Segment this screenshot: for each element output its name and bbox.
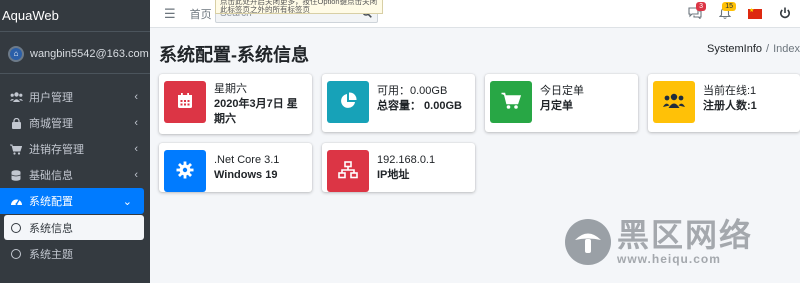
logout-button[interactable] [770, 7, 800, 22]
navbar-right: 3 15 [680, 0, 800, 28]
brand-link[interactable]: AquaWeb [0, 0, 150, 32]
watermark: 黑区网络 www.heiqu.com [565, 218, 753, 266]
user-panel[interactable]: ⌂ wangbin5542@163.com [0, 34, 150, 74]
cart-icon [9, 144, 23, 155]
users-icon [9, 92, 23, 102]
info-box-text: 当前在线:1 [703, 85, 757, 97]
page-title: 系统配置-系统信息 [159, 45, 309, 65]
sidebar-item-label: 进销存管理 [29, 144, 84, 156]
info-box-content: 192.168.0.1 IP地址 [377, 153, 435, 183]
sidebar-item-label: 系统配置 [29, 196, 73, 208]
language-button[interactable] [740, 7, 770, 19]
watermark-text: 黑区网络 www.heiqu.com [617, 218, 753, 266]
sidebar-item-basic-info[interactable]: 基础信息 ‹ [0, 162, 150, 188]
info-box-content: .Net Core 3.1 Windows 19 [214, 153, 279, 183]
circle-icon [11, 248, 21, 259]
sidebar-subitem-label: 系统信息 [29, 222, 73, 235]
pie-chart-icon [339, 91, 357, 113]
chevron-left-icon: ‹ [134, 117, 138, 129]
database-icon [9, 169, 23, 181]
sidebar-nav: 用户管理 ‹ 商城管理 ‹ 进销存管理 ‹ 基础信息 ‹ 系统配置 ⌄ 系统信息… [0, 84, 150, 266]
avatar: ⌂ [8, 45, 24, 62]
info-box-number: 总容量： 0.00GB [377, 100, 462, 112]
sidebar-item-inventory[interactable]: 进销存管理 ‹ [0, 136, 150, 162]
sidebar-item-label: 商城管理 [29, 118, 73, 130]
user-name: wangbin5542@163.com [30, 47, 149, 60]
info-box-number: 月定单 [540, 100, 573, 112]
mushroom-logo-icon [565, 219, 611, 265]
info-box-text: 星期六 [214, 83, 247, 95]
menu-toggle-icon[interactable]: ☰ [164, 6, 176, 22]
top-navbar: ☰ 首页 Search 点击此处开启关闭更多，按住Option键点击关闭此标签页… [150, 0, 800, 28]
info-box-content: 当前在线:1 注册人数:1 [703, 84, 757, 114]
sidebar-item-label: 基础信息 [29, 170, 73, 182]
power-icon [779, 7, 791, 22]
breadcrumb-item[interactable]: SystemInfo [707, 43, 762, 55]
info-box-number: IP地址 [377, 169, 410, 181]
info-box-content: 星期六 2020年3月7日 星期六 [214, 82, 307, 127]
info-box-text: 可用：0.00GB [377, 85, 448, 97]
chevron-left-icon: ‹ [134, 143, 138, 155]
china-flag-icon [748, 7, 762, 19]
sidebar-subitem-label: 系统主题 [29, 248, 73, 261]
sidebar-item-label: 用户管理 [29, 92, 73, 104]
info-box-text: .Net Core 3.1 [214, 154, 280, 166]
dashboard-icon [9, 196, 23, 206]
info-box-date: 星期六 2020年3月7日 星期六 [159, 74, 312, 134]
notifications-badge: 15 [722, 1, 736, 11]
chevron-left-icon: ‹ [134, 91, 138, 103]
sidebar-item-shop-management[interactable]: 商城管理 ‹ [0, 110, 150, 136]
breadcrumb: SystemInfo / Index [707, 43, 800, 55]
notifications-button[interactable]: 15 [710, 1, 740, 22]
info-box-icon [164, 81, 206, 123]
sidebar-item-user-management[interactable]: 用户管理 ‹ [0, 84, 150, 110]
tab-home[interactable]: 首页 [190, 6, 212, 22]
info-box-icon [490, 81, 532, 123]
info-box-number: Windows 19 [214, 169, 278, 181]
info-box-ip: 192.168.0.1 IP地址 [322, 143, 475, 192]
shopping-cart-icon [501, 92, 522, 113]
breadcrumb-separator: / [766, 43, 770, 55]
info-box-text: 今日定单 [540, 85, 584, 97]
shop-icon [9, 117, 23, 129]
gear-icon [176, 161, 194, 182]
info-box-icon [327, 150, 369, 192]
info-box-storage: 可用：0.00GB 总容量： 0.00GB [322, 74, 475, 132]
messages-button[interactable]: 3 [680, 1, 710, 22]
info-box-number: 2020年3月7日 星期六 [214, 98, 298, 125]
sidebar: AquaWeb ⌂ wangbin5542@163.com 用户管理 ‹ 商城管… [0, 0, 150, 283]
sidebar-item-system-config[interactable]: 系统配置 ⌄ [0, 188, 144, 214]
info-box-users: 当前在线:1 注册人数:1 [648, 74, 800, 132]
circle-icon [11, 222, 21, 233]
watermark-title: 黑区网络 [617, 217, 754, 253]
brand-text: AquaWeb [2, 8, 59, 23]
info-box-content: 可用：0.00GB 总容量： 0.00GB [377, 84, 462, 114]
info-box-orders: 今日定单 月定单 [485, 74, 638, 132]
users-icon [663, 93, 685, 112]
network-icon [338, 160, 358, 182]
calendar-icon [176, 92, 194, 113]
info-box-text: 192.168.0.1 [377, 154, 436, 166]
info-box-content: 今日定单 月定单 [540, 84, 584, 114]
chevron-down-icon: ⌄ [122, 195, 132, 208]
info-box-number: 注册人数:1 [703, 100, 757, 112]
watermark-url: www.heiqu.com [617, 252, 721, 266]
sidebar-subitem-system-info[interactable]: 系统信息 [4, 215, 144, 240]
sidebar-subitem-system-theme[interactable]: 系统主题 [0, 241, 150, 266]
info-box-icon [164, 150, 206, 192]
info-box-icon [653, 81, 695, 123]
info-box-icon [327, 81, 369, 123]
breadcrumb-item-current: Index [773, 43, 800, 55]
messages-badge: 3 [696, 1, 706, 11]
info-box-runtime: .Net Core 3.1 Windows 19 [159, 143, 312, 192]
chevron-left-icon: ‹ [134, 169, 138, 181]
tab-tooltip: 点击此处开启关闭更多，按住Option键点击关闭此标签页之外的所有标签页 [215, 0, 383, 14]
